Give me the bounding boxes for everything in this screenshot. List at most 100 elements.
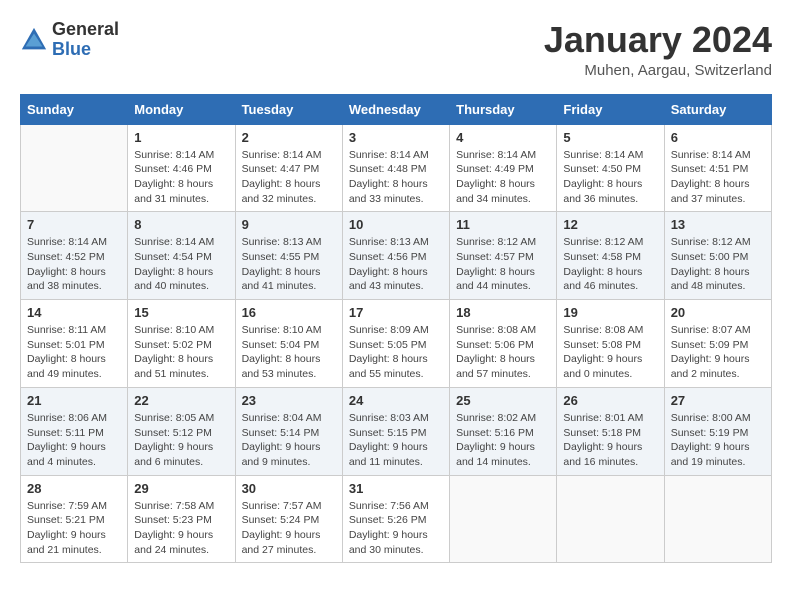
day-number: 10 bbox=[349, 217, 443, 232]
day-info: Sunrise: 8:13 AMSunset: 4:56 PMDaylight:… bbox=[349, 235, 443, 294]
calendar-cell: 31 Sunrise: 7:56 AMSunset: 5:26 PMDayligh… bbox=[342, 475, 449, 563]
day-number: 15 bbox=[134, 305, 228, 320]
calendar-body: 1 Sunrise: 8:14 AMSunset: 4:46 PMDaylight… bbox=[21, 124, 772, 563]
calendar-week-2: 7Sunrise: 8:14 AMSunset: 4:52 PMDaylight… bbox=[21, 212, 772, 300]
logo-general: General bbox=[52, 19, 119, 39]
day-info: Sunrise: 8:13 AMSunset: 4:55 PMDaylight:… bbox=[242, 235, 336, 294]
calendar-cell: 22Sunrise: 8:05 AMSunset: 5:12 PMDayligh… bbox=[128, 387, 235, 475]
day-number: 13 bbox=[671, 217, 765, 232]
weekday-header-tuesday: Tuesday bbox=[235, 94, 342, 124]
weekday-header-monday: Monday bbox=[128, 94, 235, 124]
logo: General Blue bbox=[20, 20, 119, 60]
calendar-cell: 2 Sunrise: 8:14 AMSunset: 4:47 PMDaylight… bbox=[235, 124, 342, 212]
logo-text: General Blue bbox=[52, 20, 119, 60]
calendar-cell: 15 Sunrise: 8:10 AMSunset: 5:02 PMDayligh… bbox=[128, 300, 235, 388]
day-info: Sunrise: 7:56 AMSunset: 5:26 PMDaylight:… bbox=[349, 499, 443, 558]
day-info: Sunrise: 7:59 AMSunset: 5:21 PMDaylight:… bbox=[27, 499, 121, 558]
calendar-cell: 8Sunrise: 8:14 AMSunset: 4:54 PMDaylight… bbox=[128, 212, 235, 300]
calendar-cell: 12 Sunrise: 8:12 AMSunset: 4:58 PMDayligh… bbox=[557, 212, 664, 300]
day-number: 30 bbox=[242, 481, 336, 496]
calendar-week-1: 1 Sunrise: 8:14 AMSunset: 4:46 PMDaylight… bbox=[21, 124, 772, 212]
calendar-cell: 20Sunrise: 8:07 AMSunset: 5:09 PMDayligh… bbox=[664, 300, 771, 388]
day-info: Sunrise: 8:14 AMSunset: 4:50 PMDaylight:… bbox=[563, 148, 657, 207]
calendar-cell bbox=[664, 475, 771, 563]
weekday-header-saturday: Saturday bbox=[664, 94, 771, 124]
calendar-cell: 11 Sunrise: 8:12 AMSunset: 4:57 PMDayligh… bbox=[450, 212, 557, 300]
day-info: Sunrise: 8:05 AMSunset: 5:12 PMDaylight:… bbox=[134, 411, 228, 470]
weekday-header-wednesday: Wednesday bbox=[342, 94, 449, 124]
day-number: 16 bbox=[242, 305, 336, 320]
location-subtitle: Muhen, Aargau, Switzerland bbox=[544, 62, 772, 79]
day-info: Sunrise: 7:57 AMSunset: 5:24 PMDaylight:… bbox=[242, 499, 336, 558]
day-info: Sunrise: 8:00 AMSunset: 5:19 PMDaylight:… bbox=[671, 411, 765, 470]
day-number: 7 bbox=[27, 217, 121, 232]
day-info: Sunrise: 8:10 AMSunset: 5:04 PMDaylight:… bbox=[242, 323, 336, 382]
day-info: Sunrise: 8:12 AMSunset: 5:00 PMDaylight:… bbox=[671, 235, 765, 294]
calendar-cell: 18 Sunrise: 8:08 AMSunset: 5:06 PMDayligh… bbox=[450, 300, 557, 388]
weekday-header-friday: Friday bbox=[557, 94, 664, 124]
calendar-cell: 17Sunrise: 8:09 AMSunset: 5:05 PMDayligh… bbox=[342, 300, 449, 388]
day-number: 14 bbox=[27, 305, 121, 320]
day-info: Sunrise: 8:14 AMSunset: 4:54 PMDaylight:… bbox=[134, 235, 228, 294]
day-number: 18 bbox=[456, 305, 550, 320]
day-info: Sunrise: 8:12 AMSunset: 4:57 PMDaylight:… bbox=[456, 235, 550, 294]
day-number: 17 bbox=[349, 305, 443, 320]
calendar-cell: 19Sunrise: 8:08 AMSunset: 5:08 PMDayligh… bbox=[557, 300, 664, 388]
weekday-header-sunday: Sunday bbox=[21, 94, 128, 124]
day-info: Sunrise: 8:03 AMSunset: 5:15 PMDaylight:… bbox=[349, 411, 443, 470]
calendar-cell: 6 Sunrise: 8:14 AMSunset: 4:51 PMDaylight… bbox=[664, 124, 771, 212]
weekday-header-row: SundayMondayTuesdayWednesdayThursdayFrid… bbox=[21, 94, 772, 124]
day-info: Sunrise: 8:12 AMSunset: 4:58 PMDaylight:… bbox=[563, 235, 657, 294]
calendar-cell: 23 Sunrise: 8:04 AMSunset: 5:14 PMDayligh… bbox=[235, 387, 342, 475]
day-number: 25 bbox=[456, 393, 550, 408]
day-info: Sunrise: 8:04 AMSunset: 5:14 PMDaylight:… bbox=[242, 411, 336, 470]
day-number: 11 bbox=[456, 217, 550, 232]
day-info: Sunrise: 8:10 AMSunset: 5:02 PMDaylight:… bbox=[134, 323, 228, 382]
month-title: January 2024 bbox=[544, 20, 772, 60]
calendar-cell: 4Sunrise: 8:14 AMSunset: 4:49 PMDaylight… bbox=[450, 124, 557, 212]
day-info: Sunrise: 8:14 AMSunset: 4:51 PMDaylight:… bbox=[671, 148, 765, 207]
day-info: Sunrise: 7:58 AMSunset: 5:23 PMDaylight:… bbox=[134, 499, 228, 558]
day-number: 12 bbox=[563, 217, 657, 232]
day-number: 6 bbox=[671, 130, 765, 145]
calendar-cell: 27 Sunrise: 8:00 AMSunset: 5:19 PMDayligh… bbox=[664, 387, 771, 475]
day-number: 2 bbox=[242, 130, 336, 145]
calendar-cell bbox=[450, 475, 557, 563]
day-number: 26 bbox=[563, 393, 657, 408]
calendar-cell: 16 Sunrise: 8:10 AMSunset: 5:04 PMDayligh… bbox=[235, 300, 342, 388]
calendar-cell: 9 Sunrise: 8:13 AMSunset: 4:55 PMDaylight… bbox=[235, 212, 342, 300]
calendar-cell: 7Sunrise: 8:14 AMSunset: 4:52 PMDaylight… bbox=[21, 212, 128, 300]
calendar-week-3: 14Sunrise: 8:11 AMSunset: 5:01 PMDayligh… bbox=[21, 300, 772, 388]
calendar-header: SundayMondayTuesdayWednesdayThursdayFrid… bbox=[21, 94, 772, 124]
day-number: 1 bbox=[134, 130, 228, 145]
day-number: 28 bbox=[27, 481, 121, 496]
calendar-cell: 25Sunrise: 8:02 AMSunset: 5:16 PMDayligh… bbox=[450, 387, 557, 475]
day-number: 23 bbox=[242, 393, 336, 408]
calendar-cell: 13 Sunrise: 8:12 AMSunset: 5:00 PMDayligh… bbox=[664, 212, 771, 300]
day-number: 5 bbox=[563, 130, 657, 145]
calendar-cell: 5 Sunrise: 8:14 AMSunset: 4:50 PMDaylight… bbox=[557, 124, 664, 212]
day-number: 21 bbox=[27, 393, 121, 408]
calendar-cell: 28 Sunrise: 7:59 AMSunset: 5:21 PMDayligh… bbox=[21, 475, 128, 563]
day-info: Sunrise: 8:14 AMSunset: 4:46 PMDaylight:… bbox=[134, 148, 228, 207]
calendar-cell bbox=[557, 475, 664, 563]
day-info: Sunrise: 8:06 AMSunset: 5:11 PMDaylight:… bbox=[27, 411, 121, 470]
day-number: 4 bbox=[456, 130, 550, 145]
calendar-cell: 29Sunrise: 7:58 AMSunset: 5:23 PMDayligh… bbox=[128, 475, 235, 563]
day-number: 9 bbox=[242, 217, 336, 232]
day-info: Sunrise: 8:14 AMSunset: 4:47 PMDaylight:… bbox=[242, 148, 336, 207]
calendar-cell: 10 Sunrise: 8:13 AMSunset: 4:56 PMDayligh… bbox=[342, 212, 449, 300]
day-number: 3 bbox=[349, 130, 443, 145]
day-info: Sunrise: 8:14 AMSunset: 4:48 PMDaylight:… bbox=[349, 148, 443, 207]
day-number: 31 bbox=[349, 481, 443, 496]
logo-blue: Blue bbox=[52, 39, 91, 59]
day-info: Sunrise: 8:08 AMSunset: 5:06 PMDaylight:… bbox=[456, 323, 550, 382]
calendar-cell bbox=[21, 124, 128, 212]
logo-icon bbox=[20, 26, 48, 54]
weekday-header-thursday: Thursday bbox=[450, 94, 557, 124]
day-number: 27 bbox=[671, 393, 765, 408]
calendar-table: SundayMondayTuesdayWednesdayThursdayFrid… bbox=[20, 94, 772, 564]
calendar-week-4: 21 Sunrise: 8:06 AMSunset: 5:11 PMDayligh… bbox=[21, 387, 772, 475]
day-number: 24 bbox=[349, 393, 443, 408]
day-number: 20 bbox=[671, 305, 765, 320]
